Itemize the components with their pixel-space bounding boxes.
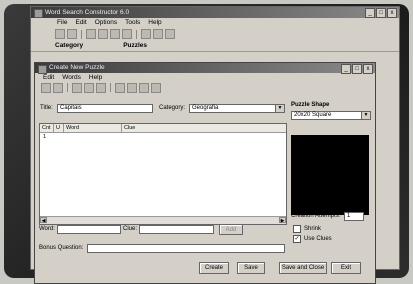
print-icon[interactable] — [98, 29, 108, 39]
shape-select[interactable]: 20x20 Square ▼ — [291, 111, 371, 120]
toolbar-separator — [81, 29, 82, 39]
bonus-input[interactable] — [87, 244, 285, 253]
exit-button[interactable]: Exit — [331, 262, 361, 274]
corner-icon[interactable] — [151, 82, 161, 93]
toolbar-separator — [67, 83, 68, 92]
table-header: Cnt U Word Clue — [40, 124, 286, 133]
shape-value: 20x20 Square — [294, 112, 332, 118]
settings-icon[interactable] — [165, 29, 175, 39]
use-clues-label: Use Clues — [304, 236, 332, 242]
sort-icon[interactable] — [72, 82, 82, 93]
image-icon[interactable] — [127, 82, 137, 93]
app-icon — [34, 9, 43, 18]
clue-label: Clue: — [123, 226, 138, 232]
category-label: Category: — [159, 105, 186, 111]
dialog-maximize-button[interactable]: □ — [352, 64, 362, 74]
menu-file[interactable]: File — [57, 18, 67, 28]
main-title: Word Search Constructor 6.0 — [45, 9, 130, 16]
play-icon[interactable] — [141, 29, 151, 39]
dialog-close-button[interactable]: x — [363, 64, 373, 74]
clue-input[interactable] — [139, 225, 214, 234]
attempts-input[interactable]: 1 — [344, 212, 364, 221]
col-word[interactable]: Word — [64, 124, 122, 132]
scroll-left-icon[interactable]: ◀ — [40, 217, 47, 224]
toolbar-separator — [136, 29, 137, 39]
maximize-button[interactable]: □ — [376, 8, 386, 18]
attempts-label: Creation Attempts: — [291, 213, 341, 219]
category-value: Geografia — [192, 105, 219, 111]
dialog-menu-words[interactable]: Words — [62, 73, 81, 82]
minimize-button[interactable]: _ — [365, 8, 375, 18]
copy-icon[interactable] — [110, 29, 120, 39]
add-button[interactable]: Add — [219, 224, 243, 235]
dialog-minimize-button[interactable]: _ — [341, 64, 351, 74]
dialog-menu-help[interactable]: Help — [89, 73, 102, 82]
horizontal-scrollbar[interactable]: ◀ ▶ — [40, 216, 286, 224]
title-input[interactable]: Capitais — [57, 104, 153, 113]
tab-puzzles[interactable]: Puzzles — [123, 40, 147, 51]
dialog-icon — [38, 65, 47, 74]
shrink-box[interactable] — [293, 225, 301, 233]
edit-icon[interactable] — [84, 82, 94, 93]
menu-options[interactable]: Options — [95, 18, 117, 28]
category-select[interactable]: Geografia ▼ — [189, 104, 285, 113]
shape-label: Puzzle Shape — [291, 102, 330, 108]
new-icon[interactable] — [55, 29, 65, 39]
image-icon[interactable] — [96, 82, 106, 93]
stop-icon[interactable] — [53, 82, 63, 93]
chevron-down-icon[interactable]: ▼ — [275, 105, 284, 112]
table-row[interactable]: 1 — [40, 133, 286, 141]
bonus-label: Bonus Question: — [39, 245, 84, 251]
tab-category[interactable]: Category — [55, 40, 83, 51]
dialog-title: Create New Puzzle — [49, 64, 105, 71]
menu-tools[interactable]: Tools — [125, 18, 140, 28]
chart-icon[interactable] — [139, 82, 149, 93]
word-input[interactable] — [57, 225, 121, 234]
main-titlebar: Word Search Constructor 6.0 _ □ x — [31, 7, 399, 18]
dialog-titlebar: Create New Puzzle _ □ x — [35, 63, 375, 74]
save-icon[interactable] — [86, 29, 96, 39]
save-icon[interactable] — [41, 82, 51, 93]
save-and-close-button[interactable]: Save and Close — [279, 262, 327, 274]
save-button[interactable]: Save — [237, 262, 265, 274]
menu-edit[interactable]: Edit — [75, 18, 86, 28]
open-icon[interactable] — [67, 29, 77, 39]
import-icon[interactable] — [115, 82, 125, 93]
create-puzzle-dialog: Create New Puzzle _ □ x Edit Words Help … — [34, 62, 376, 284]
shrink-label: Shrink — [304, 226, 322, 232]
word-label: Word: — [39, 226, 55, 232]
shrink-checkbox[interactable]: Shrink — [293, 225, 321, 233]
paste-icon[interactable] — [122, 29, 132, 39]
use-clues-box[interactable]: ✓ — [293, 235, 301, 243]
use-clues-checkbox[interactable]: ✓ Use Clues — [293, 235, 332, 243]
create-button[interactable]: Create — [199, 262, 229, 274]
col-clue[interactable]: Clue — [122, 124, 284, 132]
col-cnt[interactable]: Cnt — [40, 124, 54, 132]
main-menubar: File Edit Options Tools Help — [31, 18, 399, 28]
dialog-menu-edit[interactable]: Edit — [43, 73, 54, 82]
scroll-right-icon[interactable]: ▶ — [279, 217, 286, 224]
toolbar-separator — [110, 83, 111, 92]
puzzle-preview — [291, 135, 369, 215]
dialog-toolbar — [35, 82, 375, 93]
close-button[interactable]: x — [387, 8, 397, 18]
title-label: Title: — [40, 105, 53, 111]
menu-help[interactable]: Help — [148, 18, 161, 28]
category-header: Category Puzzles — [31, 40, 399, 52]
dialog-menubar: Edit Words Help — [35, 73, 375, 82]
chevron-down-icon[interactable]: ▼ — [361, 112, 370, 119]
image-icon[interactable] — [153, 29, 163, 39]
col-u[interactable]: U — [54, 124, 64, 132]
word-table[interactable]: Cnt U Word Clue 1 ◀ ▶ — [39, 123, 287, 225]
main-toolbar — [31, 28, 399, 40]
